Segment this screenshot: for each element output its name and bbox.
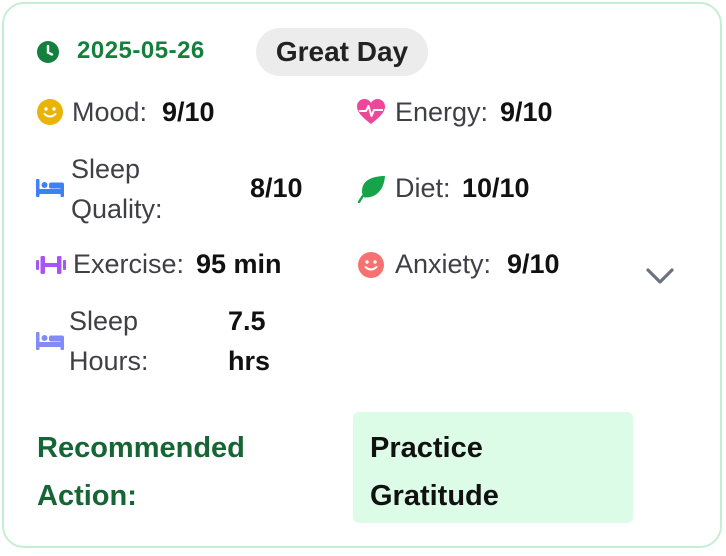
recommended-action-label: Recommended Action: xyxy=(37,424,245,520)
sleep-quality-value: 8/10 xyxy=(250,173,303,203)
energy-value: 9/10 xyxy=(500,97,553,127)
sleep-hours-value-line1: 7.5 xyxy=(228,306,266,336)
exercise-value: 95 min xyxy=(196,249,282,279)
day-rating-badge: Great Day xyxy=(256,28,428,76)
mood-label: Mood: xyxy=(72,97,148,127)
bed-icon xyxy=(36,332,64,350)
heart-pulse-icon xyxy=(357,99,385,124)
anxiety-label: Anxiety: xyxy=(395,249,492,279)
energy-label: Energy: xyxy=(395,97,489,127)
chevron-down-icon[interactable] xyxy=(645,266,675,286)
diet-label: Diet: xyxy=(395,173,451,203)
mood-value: 9/10 xyxy=(162,97,215,127)
sleep-hours-label-line2: Hours: xyxy=(69,346,149,376)
recommended-action-text: Practice Gratitude xyxy=(370,424,620,520)
recommended-action-label-line1: Recommended xyxy=(37,432,245,464)
sleep-quality-label-line1: Sleep xyxy=(71,154,141,184)
exercise-label: Exercise: xyxy=(73,249,185,279)
smiley-icon xyxy=(37,99,63,125)
bed-icon xyxy=(36,179,64,197)
dumbbell-icon xyxy=(36,256,66,274)
smiley-icon xyxy=(358,252,384,278)
sleep-hours-label-line1: Sleep xyxy=(69,306,139,336)
entry-date: 2025-05-26 xyxy=(77,37,205,64)
recommended-action-text-line2: Gratitude xyxy=(370,480,499,512)
leaf-icon xyxy=(357,176,385,203)
diet-value: 10/10 xyxy=(462,173,530,203)
recommended-action-label-line2: Action: xyxy=(37,480,137,512)
clock-icon xyxy=(37,41,59,63)
anxiety-value: 9/10 xyxy=(507,249,560,279)
sleep-hours-value-line2: hrs xyxy=(228,346,271,376)
sleep-quality-label-line2: Quality: xyxy=(71,194,163,224)
recommended-action-text-line1: Practice xyxy=(370,432,483,464)
